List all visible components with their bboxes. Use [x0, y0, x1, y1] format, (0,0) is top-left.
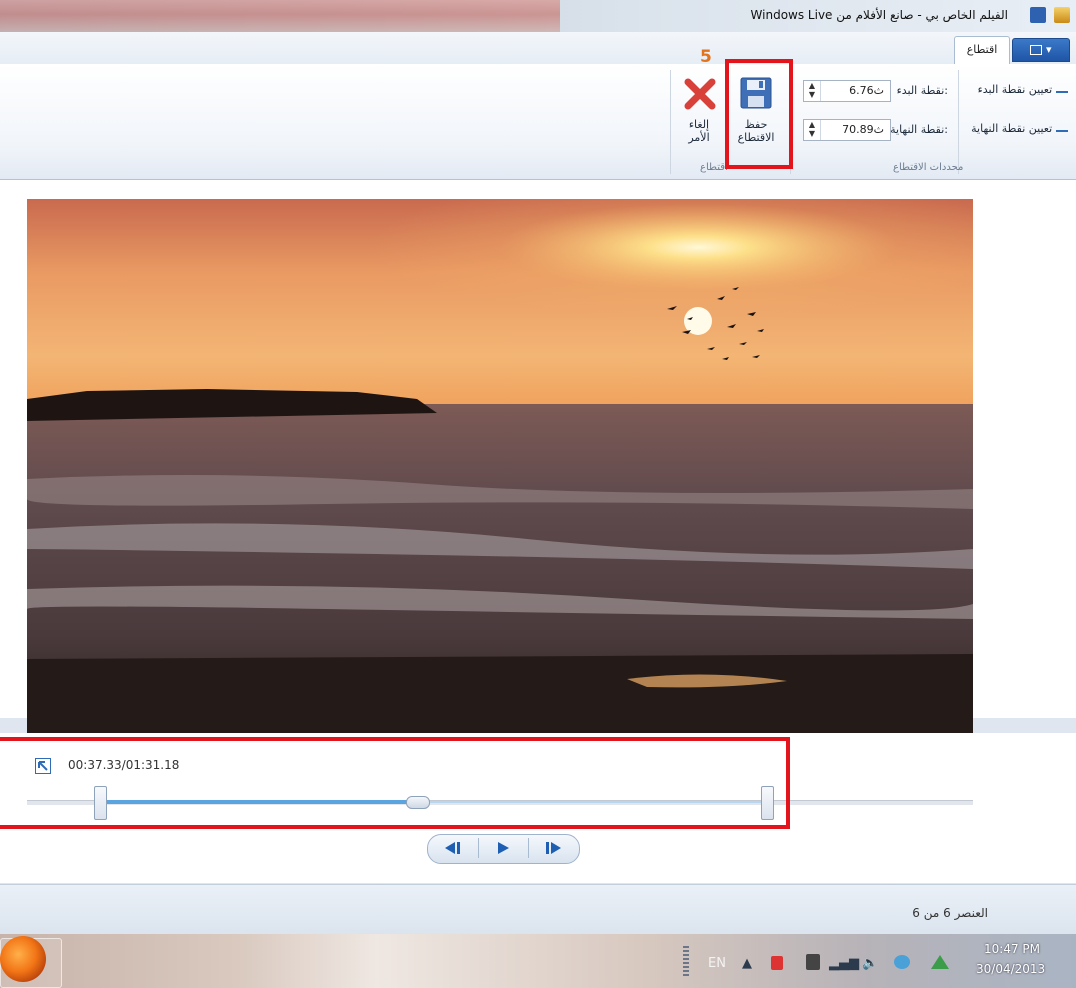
- set-end-icon: [1056, 122, 1068, 132]
- spinner-arrows-icon[interactable]: ▲ ▼: [804, 120, 821, 140]
- set-end-point-label: تعيين نقطة النهاية: [971, 122, 1053, 135]
- set-start-icon: [1056, 83, 1068, 93]
- group-separator: [670, 70, 671, 174]
- end-point-field-label: نقطة النهاية:: [890, 123, 948, 136]
- taskbar-clock-date[interactable]: 30/04/2013: [976, 962, 1045, 976]
- app-menu-icon: [1030, 45, 1043, 55]
- group-separator: [958, 70, 959, 174]
- trim-group-label: اقتطاع: [700, 162, 728, 173]
- next-frame-button[interactable]: [529, 834, 577, 862]
- annotation-step-number: 5: [700, 47, 712, 67]
- start-point-value: 6.76ث: [849, 84, 884, 97]
- cancel-button[interactable]: إلغاء الأمر: [678, 70, 724, 160]
- firefox-icon: [0, 936, 46, 982]
- cancel-label-line1: إلغاء: [688, 118, 710, 131]
- language-indicator[interactable]: EN: [708, 956, 726, 971]
- cancel-label-line2: الأمر: [688, 131, 710, 144]
- windows-taskbar: [0, 934, 1076, 988]
- drive-icon[interactable]: [931, 955, 949, 969]
- gift-icon[interactable]: [806, 954, 820, 970]
- sunset-sea-image: [27, 199, 973, 733]
- play-button[interactable]: [479, 834, 527, 862]
- taskbar-grip: [683, 946, 689, 978]
- trim-points-group-label: محددات الاقتطاع: [893, 162, 964, 173]
- window-title: الفيلم الخاص بي - صانع الأفلام من Window…: [750, 8, 1008, 22]
- play-icon: [498, 842, 509, 854]
- tab-trim[interactable]: اقتطاع: [954, 36, 1010, 65]
- show-hidden-icons-icon[interactable]: ▲: [742, 956, 752, 971]
- spinner-arrows-icon[interactable]: ▲ ▼: [804, 81, 821, 101]
- app-icon: [1054, 7, 1070, 23]
- network-icon[interactable]: ▂▄▆: [829, 956, 859, 971]
- set-start-point-label: تعيين نقطة البدء: [977, 83, 1053, 96]
- close-icon: [684, 78, 716, 110]
- app-menu-arrow: ▾: [1045, 43, 1052, 56]
- start-point-field-label: نقطة البدء:: [896, 84, 948, 97]
- ribbon-tab-bar: [0, 32, 1076, 65]
- previous-frame-icon: [445, 842, 460, 854]
- annotation-highlight-save: [725, 59, 793, 169]
- shield-icon[interactable]: [771, 956, 783, 970]
- previous-frame-button[interactable]: [429, 834, 477, 862]
- annotation-highlight-slider: [0, 737, 790, 829]
- next-frame-icon: [546, 842, 561, 854]
- set-end-point-button[interactable]: تعيين نقطة النهاية: [971, 121, 1070, 135]
- save-quick-icon[interactable]: [1030, 7, 1046, 23]
- video-preview[interactable]: [27, 199, 973, 733]
- app-menu-button[interactable]: ▾: [1012, 38, 1070, 62]
- set-start-point-button[interactable]: تعيين نقطة البدء: [978, 82, 1070, 96]
- start-point-spinner[interactable]: ▲ ▼ 6.76ث: [803, 80, 891, 102]
- end-point-value: 70.89ث: [842, 123, 884, 136]
- volume-icon[interactable]: 🔈: [862, 956, 878, 971]
- taskbar-clock-time[interactable]: 10:47 PM: [984, 942, 1040, 956]
- item-count-status: العنصر 6 من 6: [912, 906, 988, 920]
- end-point-spinner[interactable]: ▲ ▼ 70.89ث: [803, 119, 891, 141]
- sync-icon[interactable]: [894, 955, 910, 969]
